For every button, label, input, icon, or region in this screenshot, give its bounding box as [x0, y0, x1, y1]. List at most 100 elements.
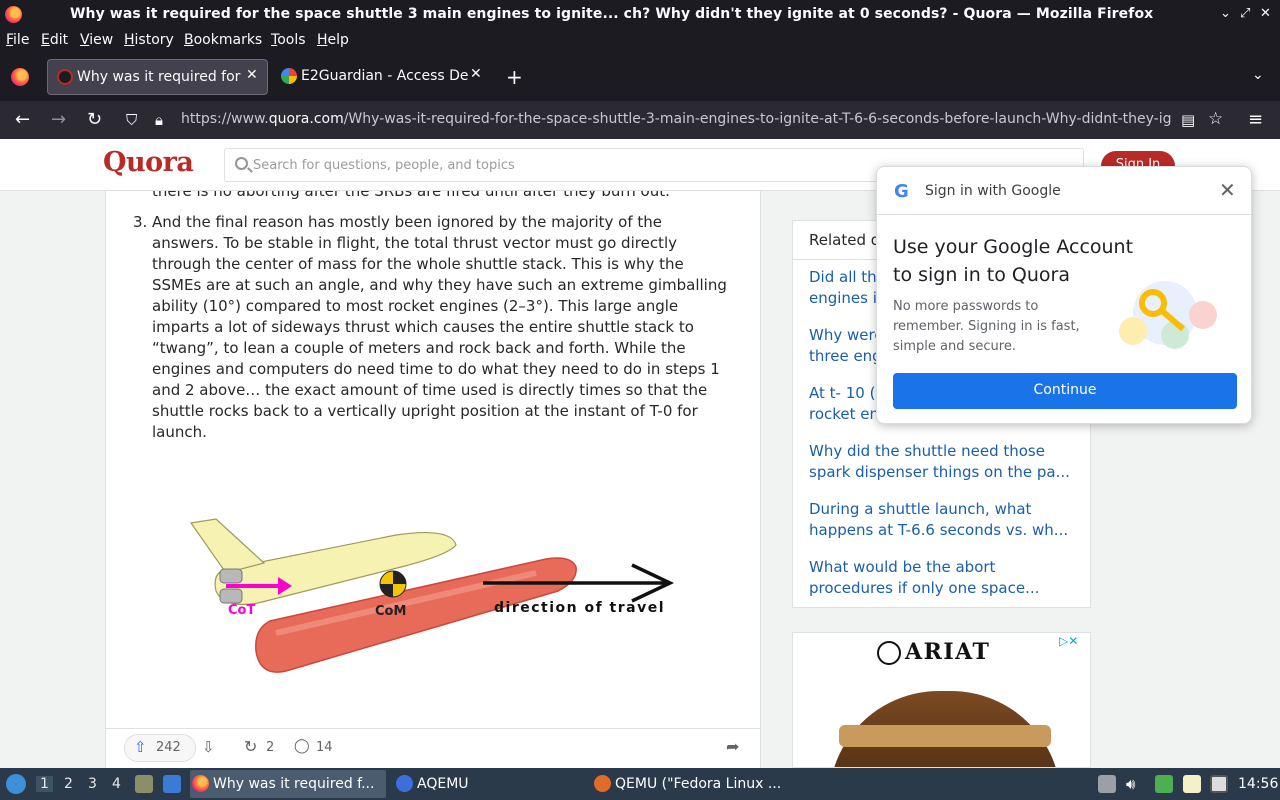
- clipboard-icon[interactable]: [1098, 775, 1116, 793]
- google-g-icon: G: [894, 181, 909, 202]
- task-firefox[interactable]: Why was it required f...: [190, 770, 386, 798]
- cot-label: CoT: [228, 603, 255, 618]
- file-manager-icon[interactable]: [135, 775, 153, 793]
- menu-bookmarks[interactable]: Bookmarks: [184, 32, 262, 48]
- back-icon[interactable]: ←: [15, 109, 30, 130]
- popup-header-title: Sign in with Google: [925, 183, 1061, 199]
- minimize-icon[interactable]: ⌄: [1220, 6, 1231, 21]
- list-all-tabs-icon[interactable]: ⌄: [1252, 67, 1264, 83]
- com-label: CoM: [375, 604, 406, 619]
- ad-product-band: [839, 725, 1051, 747]
- close-window-icon[interactable]: ✕: [1260, 6, 1271, 21]
- engine-nozzle: [219, 568, 243, 584]
- start-menu-icon[interactable]: [6, 774, 26, 794]
- related-question-link[interactable]: Why did the shuttle need those spark dis…: [809, 441, 1077, 483]
- notes-icon[interactable]: [1183, 775, 1201, 793]
- google-favicon-icon: [281, 68, 297, 84]
- maximize-icon[interactable]: ⤢: [1240, 6, 1250, 21]
- popup-header: G Sign in with Google ✕: [877, 167, 1251, 215]
- answer-paragraph: And the final reason has mostly been ign…: [152, 213, 727, 441]
- menu-help[interactable]: Help: [317, 32, 349, 48]
- key-illustration-icon: [1119, 281, 1217, 349]
- reader-view-icon[interactable]: ▤: [1181, 111, 1195, 129]
- orbiter-tail: [189, 518, 266, 574]
- menu-tools[interactable]: Tools: [271, 32, 306, 48]
- related-question-link[interactable]: During a shuttle launch, what happens at…: [809, 499, 1077, 541]
- share-count: 2: [266, 740, 275, 755]
- list-number: 3.: [133, 213, 148, 231]
- clock: 14:56: [1238, 776, 1279, 792]
- lock-icon[interactable]: 🔒︎: [155, 111, 163, 129]
- qemu-icon: [594, 775, 611, 792]
- navigation-bar: ← → ↻ ⛉ 🔒︎ https://www.quora.com/Why-was…: [0, 101, 1280, 139]
- shuttle-diagram: CoT CoM direction of travel: [189, 518, 675, 673]
- adchoices-icon[interactable]: ▷✕: [1059, 634, 1078, 648]
- forward-icon[interactable]: →: [51, 109, 66, 130]
- volume-icon[interactable]: 🔊︎: [1126, 775, 1144, 793]
- art-dot: [1119, 317, 1147, 345]
- upvote-count: 242: [156, 740, 181, 755]
- workspace-1[interactable]: 1: [36, 776, 53, 792]
- advertisement[interactable]: ARIAT ▷✕: [792, 632, 1091, 768]
- task-label: QEMU ("Fedora Linux ...: [615, 776, 782, 792]
- quora-favicon-icon: [57, 69, 73, 85]
- firefox-view-icon[interactable]: [11, 68, 29, 86]
- firefox-logo-icon: [5, 6, 22, 23]
- share-icon[interactable]: ↻: [244, 737, 257, 756]
- art-dot: [1189, 301, 1217, 329]
- menu-edit[interactable]: Edit: [41, 32, 68, 48]
- task-label: Why was it required f...: [213, 776, 375, 792]
- display-icon[interactable]: [1210, 775, 1228, 793]
- close-tab-icon[interactable]: ✕: [246, 67, 258, 83]
- workspace-4[interactable]: 4: [112, 776, 121, 792]
- close-tab-icon[interactable]: ✕: [470, 66, 482, 82]
- comment-count: 14: [316, 740, 333, 755]
- url-bar[interactable]: https://www.quora.com/Why-was-it-require…: [181, 111, 1171, 127]
- reload-icon[interactable]: ↻: [87, 109, 102, 130]
- taskbar: 1 2 3 4 Why was it required f... AQEMU Q…: [0, 768, 1280, 800]
- related-question-link[interactable]: What would be the abort procedures if on…: [809, 557, 1077, 599]
- search-placeholder: Search for questions, people, and topics: [253, 158, 515, 173]
- window-title: Why was it required for the space shuttl…: [70, 6, 1154, 22]
- tracking-protection-icon[interactable]: ⛉: [126, 111, 137, 129]
- search-icon: [235, 157, 248, 170]
- popup-body: No more passwords to remember. Signing i…: [893, 299, 1080, 354]
- clipped-text-line: there is no aborting after the SRBs are …: [152, 191, 670, 200]
- quora-logo[interactable]: Quora: [103, 147, 194, 178]
- comment-icon[interactable]: ◯: [294, 738, 310, 754]
- network-icon[interactable]: [1155, 775, 1173, 793]
- menu-file[interactable]: File: [6, 32, 29, 48]
- menu-history[interactable]: History: [124, 32, 174, 48]
- tab-e2guardian[interactable]: E2Guardian - Access Den ✕: [272, 59, 494, 95]
- workspace-2[interactable]: 2: [64, 776, 73, 792]
- url-domain: quora.com: [268, 111, 344, 127]
- show-desktop-icon[interactable]: [163, 775, 181, 793]
- window-titlebar: Why was it required for the space shuttl…: [0, 0, 1280, 29]
- forward-share-icon[interactable]: ➦: [726, 737, 739, 756]
- tab-quora[interactable]: Why was it required for t ✕: [47, 59, 268, 95]
- task-label: AQEMU: [417, 776, 469, 792]
- engine-nozzle: [219, 588, 243, 604]
- related-heading: Related q: [809, 231, 881, 249]
- continue-button[interactable]: Continue: [893, 373, 1237, 409]
- task-qemu[interactable]: QEMU ("Fedora Linux ...: [592, 770, 790, 798]
- answer-card: there is no aborting after the SRBs are …: [105, 191, 761, 768]
- upvote-icon: ⇧: [134, 738, 147, 756]
- task-aqemu[interactable]: AQEMU: [394, 770, 584, 798]
- bookmark-star-icon[interactable]: ☆: [1208, 109, 1223, 129]
- com-marker-quadrant: [393, 571, 406, 584]
- workspace-3[interactable]: 3: [88, 776, 97, 792]
- app-menu-icon[interactable]: ≡: [1248, 109, 1263, 130]
- menu-view[interactable]: View: [80, 32, 113, 48]
- ad-brand: ARIAT: [905, 639, 991, 665]
- menu-bar: File Edit View History Bookmarks Tools H…: [0, 29, 1280, 53]
- google-signin-popup: G Sign in with Google ✕ Use your Google …: [876, 166, 1252, 424]
- url-path: /Why-was-it-required-for-the-space-shutt…: [343, 111, 1171, 127]
- com-marker-quadrant: [380, 584, 393, 597]
- direction-label: direction of travel: [494, 600, 665, 616]
- downvote-icon[interactable]: ⇩: [202, 738, 215, 756]
- new-tab-icon[interactable]: +: [506, 65, 523, 89]
- ariat-logo-icon: [877, 641, 901, 665]
- close-popup-icon[interactable]: ✕: [1219, 178, 1236, 202]
- aqemu-icon: [396, 775, 413, 792]
